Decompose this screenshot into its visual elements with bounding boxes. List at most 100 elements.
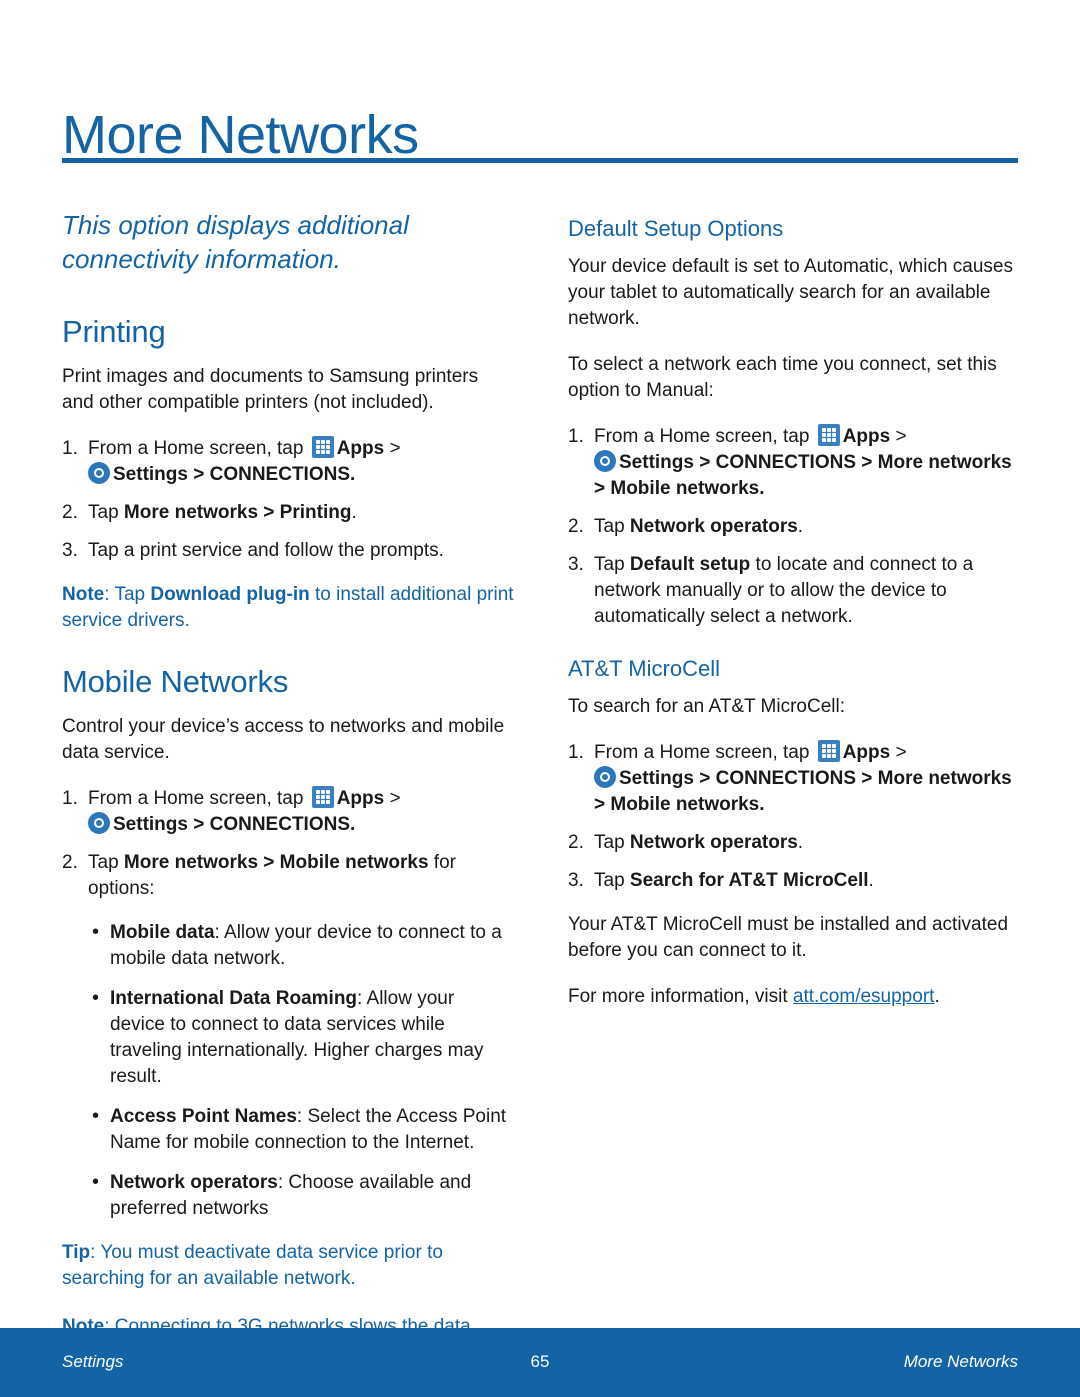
step-text: Tap a print service and follow the promp… (88, 538, 514, 564)
microcell-body-2: Your AT&T MicroCell must be installed an… (568, 914, 1009, 961)
mobile-networks-options: • Mobile data: Allow your device to conn… (62, 920, 514, 1222)
step-number: 2. (62, 502, 78, 523)
step-text-bold: More networks > Mobile networks (123, 852, 429, 873)
settings-icon (594, 450, 616, 472)
step-number: 2. (568, 516, 584, 537)
tip-label: Tip (62, 1242, 91, 1263)
step-text-pre: Tap (594, 554, 630, 575)
microcell-body: To search for an AT&T MicroCell: (568, 696, 846, 717)
step-text-bold: More networks > Printing (123, 502, 352, 523)
microcell-steps: 1. From a Home screen, tap Apps > Settin… (568, 740, 1020, 894)
list-item: 2. Tap Network operators. (568, 514, 1020, 540)
list-item: 3. Tap Search for AT&T MicroCell. (568, 868, 1020, 894)
right-column: Default Setup Options Your device defaul… (568, 208, 1020, 1030)
default-setup-steps: 1. From a Home screen, tap Apps > Settin… (568, 424, 1020, 630)
step-text-post: . (868, 870, 874, 891)
bullet-dot: • (92, 1171, 100, 1193)
esupport-link[interactable]: att.com/esupport (793, 986, 935, 1007)
intro-text: This option displays additional connecti… (62, 210, 409, 274)
bullet-dot: • (92, 987, 100, 1009)
settings-path: Settings > CONNECTIONS (113, 814, 350, 835)
list-item: 1. From a Home screen, tap Apps > Settin… (568, 740, 1020, 818)
title-divider (62, 158, 1018, 163)
subsection-default-setup-heading: Default Setup Options (568, 216, 784, 241)
mobile-networks-tip: Tip: You must deactivate data service pr… (62, 1240, 514, 1292)
bullet-term: Network operators (110, 1172, 278, 1193)
settings-path: Settings > CONNECTIONS > More networks >… (594, 768, 1012, 815)
apps-label: Apps (336, 438, 385, 459)
step-text-pre: Tap (594, 516, 630, 537)
list-item: 3. Tap a print service and follow the pr… (62, 538, 514, 564)
bullet-text: Access Point Names: Select the Access Po… (110, 1104, 514, 1156)
step-text-post: > (890, 426, 907, 447)
step-text-bold: Default setup (629, 554, 751, 575)
apps-icon (817, 740, 840, 762)
tip-text: : You must deactivate data service prior… (62, 1242, 443, 1289)
note-label: Note (62, 584, 105, 605)
step-text-pre: Tap (88, 852, 124, 873)
step-text: Tap More networks > Mobile networks for … (88, 850, 514, 902)
apps-label: Apps (336, 788, 385, 809)
step-text-end: . (350, 814, 356, 835)
list-item: • Access Point Names: Select the Access … (62, 1104, 514, 1156)
settings-path: Settings > CONNECTIONS (113, 464, 350, 485)
step-text-pre: Tap a print service and follow the promp… (88, 540, 444, 561)
step-text-end: . (350, 464, 356, 485)
bullet-term: International Data Roaming (110, 988, 358, 1009)
step-text: Tap Default setup to locate and connect … (594, 552, 1020, 630)
default-setup-body-2: To select a network each time you connec… (568, 354, 997, 401)
step-text: From a Home screen, tap Apps > Settings … (594, 424, 1020, 502)
step-text: From a Home screen, tap Apps > Settings … (88, 786, 514, 838)
step-text-post: > (384, 438, 401, 459)
step-number: 3. (568, 870, 584, 891)
step-text: Tap More networks > Printing. (88, 500, 514, 526)
bullet-term: Mobile data (110, 922, 215, 943)
left-column: This option displays additional connecti… (62, 208, 514, 1388)
settings-path: Settings > CONNECTIONS > More networks >… (594, 452, 1012, 499)
step-text-end: . (759, 478, 765, 499)
bullet-dot: • (92, 1105, 100, 1127)
printing-steps: 1. From a Home screen, tap Apps > Settin… (62, 436, 514, 564)
step-text-post: . (797, 832, 804, 853)
bullet-term: Access Point Names (110, 1106, 297, 1127)
list-item: • International Data Roaming: Allow your… (62, 986, 514, 1090)
list-item: • Mobile data: Allow your device to conn… (62, 920, 514, 972)
microcell-link-post: . (934, 986, 940, 1007)
bullet-text: Network operators: Choose available and … (110, 1170, 514, 1222)
step-text-post: > (890, 742, 907, 763)
step-text-pre: Tap (594, 870, 630, 891)
step-text-pre: From a Home screen, tap (88, 438, 309, 459)
step-text: Tap Network operators. (594, 514, 1020, 540)
microcell-body-3: For more information, visit att.com/esup… (568, 984, 1020, 1010)
step-text-bold: Search for AT&T MicroCell (629, 870, 869, 891)
page-title: More Networks (62, 105, 419, 166)
step-number: 1. (62, 438, 78, 459)
step-number: 1. (568, 742, 584, 763)
note-pre: : Tap (104, 584, 151, 605)
apps-label: Apps (842, 426, 891, 447)
section-mobile-networks-heading: Mobile Networks (62, 664, 289, 699)
step-text: Tap Network operators. (594, 830, 1020, 856)
apps-icon (817, 424, 840, 446)
step-text-end: . (759, 794, 765, 815)
step-number: 2. (62, 852, 78, 873)
step-text-post: . (797, 516, 804, 537)
apps-icon (311, 786, 334, 808)
step-number: 2. (568, 832, 584, 853)
apps-label: Apps (842, 742, 891, 763)
step-text-post: . (351, 502, 357, 523)
subsection-microcell-heading: AT&T MicroCell (568, 656, 720, 681)
list-item: 1. From a Home screen, tap Apps > Settin… (62, 436, 514, 488)
step-text-post: > (384, 788, 401, 809)
step-number: 1. (568, 426, 584, 447)
list-item: 2. Tap More networks > Printing. (62, 500, 514, 526)
step-text-pre: From a Home screen, tap (594, 426, 815, 447)
default-setup-body-1: Your device default is set to Automatic,… (568, 256, 1013, 329)
list-item: 2. Tap Network operators. (568, 830, 1020, 856)
step-number: 1. (62, 788, 78, 809)
microcell-link-pre: For more information, visit (568, 986, 793, 1007)
list-item: 1. From a Home screen, tap Apps > Settin… (568, 424, 1020, 502)
step-text: From a Home screen, tap Apps > Settings … (594, 740, 1020, 818)
document-page: More Networks This option displays addit… (0, 0, 1080, 1397)
settings-icon (88, 462, 110, 484)
